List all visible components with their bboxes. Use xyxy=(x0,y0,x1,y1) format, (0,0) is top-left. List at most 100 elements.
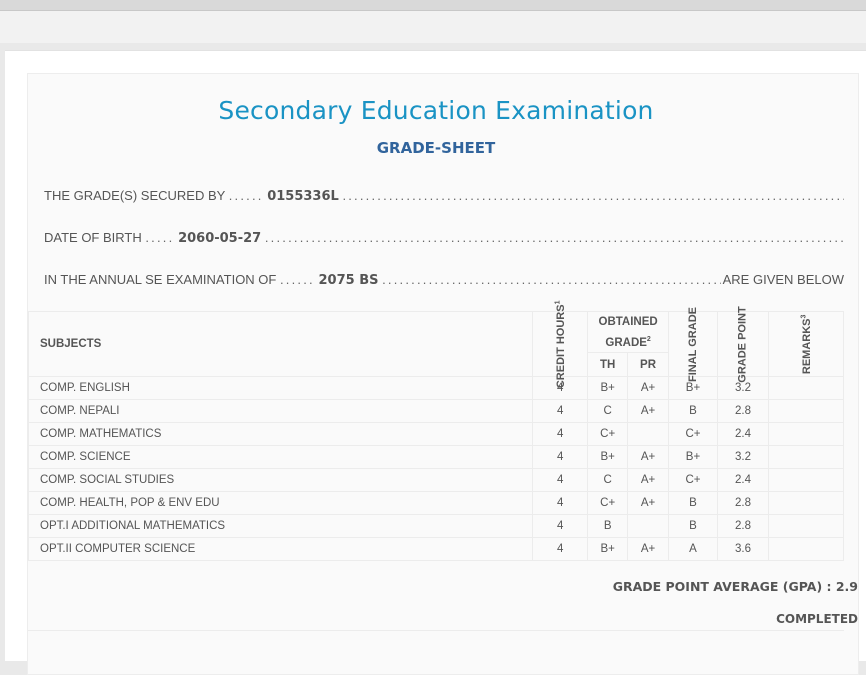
pr-grade-cell: A+ xyxy=(627,445,669,469)
header-obtained-grade-label: OBTAINED GRADE xyxy=(598,315,658,349)
dob-value: 2060-05-27 xyxy=(178,231,262,246)
header-pr: PR xyxy=(627,352,669,377)
grade-point-cell: 2.8 xyxy=(716,491,769,515)
table-row: OPT.I ADDITIONAL MATHEMATICS 4 B B 2.8 xyxy=(27,514,845,538)
table-row: COMP. HEALTH, POP & ENV EDU 4 C+ A+ B 2.8 xyxy=(27,491,845,515)
pr-grade-cell: A+ xyxy=(627,468,669,492)
dob-line: DATE OF BIRTH ..... 2060-05-27 .........… xyxy=(44,230,844,250)
th-grade-cell: C+ xyxy=(587,491,629,515)
table-row: COMP. ENGLISH 4 B+ A+ B+ 3.2 xyxy=(27,376,845,400)
final-grade-cell: C+ xyxy=(667,422,718,446)
th-grade-cell: C+ xyxy=(587,422,629,446)
remarks-cell xyxy=(767,422,845,446)
table-row: OPT.II COMPUTER SCIENCE 4 B+ A+ A 3.6 xyxy=(27,537,845,561)
subject-cell: COMP. ENGLISH xyxy=(27,376,534,400)
pr-grade-cell xyxy=(627,422,669,446)
remarks-cell xyxy=(767,445,845,469)
credit-cell: 4 xyxy=(532,468,589,492)
table-row: COMP. NEPALI 4 C A+ B 2.8 xyxy=(27,399,845,423)
remarks-cell xyxy=(767,537,845,561)
credit-cell: 4 xyxy=(532,422,589,446)
table-row: COMP. MATHEMATICS 4 C+ C+ 2.4 xyxy=(27,422,845,446)
page-content: Secondary Education Examination GRADE-SH… xyxy=(5,50,866,675)
grade-point-cell: 3.2 xyxy=(716,445,769,469)
th-grade-cell: B+ xyxy=(587,537,629,561)
remarks-cell xyxy=(767,376,845,400)
final-grade-cell: B xyxy=(667,514,718,538)
browser-toolbar-strip xyxy=(0,11,866,43)
subject-cell: COMP. MATHEMATICS xyxy=(27,422,534,446)
header-credit-hours-label: CREDIT HOURS xyxy=(555,304,568,388)
final-grade-cell: C+ xyxy=(667,468,718,492)
grades-table: SUBJECTS CREDIT HOURS1 OBTAINED GRADE2 F… xyxy=(27,300,845,561)
th-grade-cell: B+ xyxy=(587,376,629,400)
remarks-cell xyxy=(767,399,845,423)
pr-grade-cell: A+ xyxy=(627,491,669,515)
exam-label: IN THE ANNUAL SE EXAMINATION OF xyxy=(44,272,277,287)
remarks-cell xyxy=(767,514,845,538)
header-final-grade-label: FINAL GRADE xyxy=(686,306,699,382)
table-row: COMP. SCIENCE 4 B+ A+ B+ 3.2 xyxy=(27,445,845,469)
header-credit-hours: CREDIT HOURS1 xyxy=(532,300,589,388)
exam-year: 2075 BS xyxy=(318,273,379,288)
pr-grade-cell: A+ xyxy=(627,399,669,423)
header-remarks-label: REMARKS xyxy=(801,318,814,374)
dots-leader: ..... xyxy=(145,230,175,245)
dob-label: DATE OF BIRTH xyxy=(44,230,142,245)
header-grade-point-label: GRADE POINT xyxy=(736,305,749,383)
th-grade-cell: B xyxy=(587,514,629,538)
table-header-row: SUBJECTS CREDIT HOURS1 OBTAINED GRADE2 F… xyxy=(27,300,845,388)
dots-leader: ........................................… xyxy=(264,230,844,245)
header-remarks-sup: 3 xyxy=(800,314,808,319)
header-subjects: SUBJECTS xyxy=(27,311,534,377)
header-remarks: REMARKS3 xyxy=(767,311,845,377)
header-grade-point: GRADE POINT xyxy=(716,306,769,382)
grade-point-cell: 2.8 xyxy=(716,514,769,538)
th-grade-cell: C xyxy=(587,468,629,492)
final-grade-cell: A xyxy=(667,537,718,561)
exam-tail: ARE GIVEN BELOW xyxy=(720,272,844,287)
pr-grade-cell xyxy=(627,514,669,538)
subject-cell: OPT.I ADDITIONAL MATHEMATICS xyxy=(27,514,534,538)
secured-by-label: THE GRADE(S) SECURED BY xyxy=(44,188,226,203)
footer-divider xyxy=(28,630,844,631)
final-grade-cell: B xyxy=(667,399,718,423)
subject-cell: COMP. SOCIAL STUDIES xyxy=(27,468,534,492)
grade-sheet-panel: Secondary Education Examination GRADE-SH… xyxy=(27,73,859,675)
browser-top-bar xyxy=(0,0,866,11)
header-obtained-sup: 2 xyxy=(646,335,651,343)
final-grade-cell: B xyxy=(667,491,718,515)
pr-grade-cell: A+ xyxy=(627,376,669,400)
final-grade-cell: B+ xyxy=(667,445,718,469)
secured-by-line: THE GRADE(S) SECURED BY ...... 0155336L … xyxy=(44,188,844,208)
credit-cell: 4 xyxy=(532,491,589,515)
subject-cell: COMP. NEPALI xyxy=(27,399,534,423)
dots-leader: ...... xyxy=(228,188,264,203)
page-title: Secondary Education Examination xyxy=(218,96,654,125)
subject-cell: COMP. SCIENCE xyxy=(27,445,534,469)
dots-leader: ...... xyxy=(279,272,315,287)
th-grade-cell: C xyxy=(587,399,629,423)
grade-point-cell: 2.8 xyxy=(716,399,769,423)
page-subtitle: GRADE-SHEET xyxy=(376,139,496,157)
credit-cell: 4 xyxy=(532,537,589,561)
dots-leader: ........................................… xyxy=(342,188,844,203)
header-th: TH xyxy=(587,352,629,377)
grade-point-cell: 3.6 xyxy=(716,537,769,561)
header-credit-sup: 1 xyxy=(554,300,562,305)
subject-cell: OPT.II COMPUTER SCIENCE xyxy=(27,537,534,561)
credit-cell: 4 xyxy=(532,399,589,423)
gpa-summary: GRADE POINT AVERAGE (GPA) : 2.9 xyxy=(612,579,858,594)
credit-cell: 4 xyxy=(532,514,589,538)
header-obtained-grade: OBTAINED GRADE2 xyxy=(587,310,669,354)
pr-grade-cell: A+ xyxy=(627,537,669,561)
remarks-cell xyxy=(767,468,845,492)
grade-point-cell: 2.4 xyxy=(716,468,769,492)
result-status: COMPLETED xyxy=(776,612,858,626)
table-row: COMP. SOCIAL STUDIES 4 C A+ C+ 2.4 xyxy=(27,468,845,492)
subject-cell: COMP. HEALTH, POP & ENV EDU xyxy=(27,491,534,515)
exam-line: IN THE ANNUAL SE EXAMINATION OF ...... 2… xyxy=(44,272,844,292)
th-grade-cell: B+ xyxy=(587,445,629,469)
credit-cell: 4 xyxy=(532,445,589,469)
symbol-number: 0155336L xyxy=(267,189,339,204)
